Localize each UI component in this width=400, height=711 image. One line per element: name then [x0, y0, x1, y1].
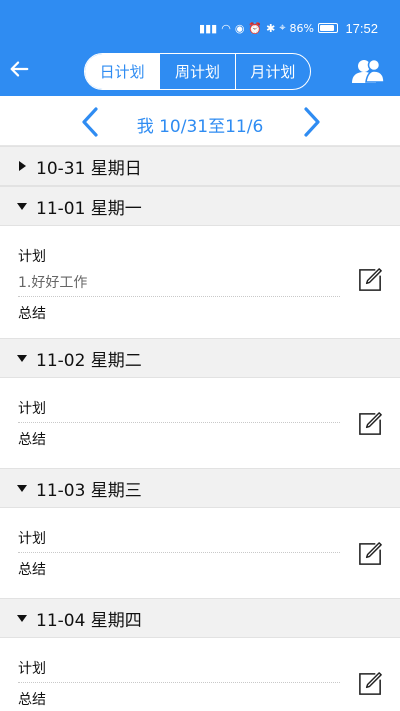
edit-icon[interactable]	[357, 670, 384, 697]
status-icons: ▮▮▮ ◠ ◉ ⏰ ✱ ⌖ 86%	[199, 21, 338, 35]
day-header-expanded[interactable]: 11-04 星期四	[0, 598, 400, 638]
day-title: 10-31 星期日	[36, 158, 142, 179]
day-header-expanded[interactable]: 11-02 星期二	[0, 338, 400, 378]
plan-period-tabs: 日计划 周计划 月计划	[84, 53, 311, 90]
summary-label: 总结	[18, 432, 46, 448]
top-bar: ▮▮▮ ◠ ◉ ⏰ ✱ ⌖ 86% 17:52 日计划 周计划 月计划	[0, 0, 400, 96]
plan-label: 计划	[18, 652, 340, 683]
plan-label: 计划	[18, 249, 46, 265]
eye-icon: ◉	[234, 21, 245, 35]
day-content: 计划 总结	[0, 378, 400, 468]
day-list: 10-31 星期日 11-01 星期一 计划 1.好好工作 总结 11-02 星…	[0, 146, 400, 711]
location-icon: ⌖	[279, 21, 286, 34]
signal-icon: ▮▮▮	[199, 21, 218, 35]
back-arrow-icon[interactable]	[8, 58, 30, 80]
date-navigator: 我 10/31至11/6	[0, 96, 400, 146]
alarm-icon: ⏰	[248, 21, 263, 35]
day-content: 计划 总结	[0, 508, 400, 598]
day-content: 计划 总结	[0, 638, 400, 711]
battery-icon	[318, 23, 338, 33]
summary-label: 总结	[18, 562, 46, 578]
edit-icon[interactable]	[357, 266, 384, 293]
bluetooth-icon: ✱	[266, 21, 276, 35]
day-title: 11-02 星期二	[36, 350, 142, 371]
plan-entry: 1.好好工作	[18, 270, 340, 297]
plan-label: 计划	[18, 522, 340, 553]
triangle-down-icon	[17, 355, 27, 362]
triangle-down-icon	[17, 203, 27, 210]
battery-percent: 86%	[289, 21, 314, 35]
tab-weekly-plan[interactable]: 周计划	[159, 54, 234, 89]
triangle-right-icon	[19, 161, 26, 171]
tab-daily-plan[interactable]: 日计划	[85, 54, 160, 89]
plan-label: 计划	[18, 392, 340, 423]
people-icon[interactable]	[351, 58, 385, 84]
day-title: 11-01 星期一	[36, 198, 142, 219]
day-header-expanded[interactable]: 11-03 星期三	[0, 468, 400, 508]
status-bar: ▮▮▮ ◠ ◉ ⏰ ✱ ⌖ 86% 17:52	[0, 0, 400, 40]
day-header-expanded[interactable]: 11-01 星期一	[0, 186, 400, 226]
chevron-right-icon[interactable]	[300, 106, 324, 138]
day-content: 计划 1.好好工作 总结	[0, 226, 400, 338]
day-header-collapsed[interactable]: 10-31 星期日	[0, 146, 400, 186]
triangle-down-icon	[17, 615, 27, 622]
status-time: 17:52	[345, 21, 378, 36]
triangle-down-icon	[17, 485, 27, 492]
summary-label: 总结	[18, 306, 46, 322]
date-range-label: 我 10/31至11/6	[136, 117, 264, 137]
tab-monthly-plan[interactable]: 月计划	[234, 54, 310, 89]
edit-icon[interactable]	[357, 410, 384, 437]
day-title: 11-03 星期三	[36, 480, 142, 501]
summary-label: 总结	[18, 692, 46, 708]
wifi-icon: ◠	[221, 21, 231, 35]
edit-icon[interactable]	[357, 540, 384, 567]
day-title: 11-04 星期四	[36, 610, 142, 631]
